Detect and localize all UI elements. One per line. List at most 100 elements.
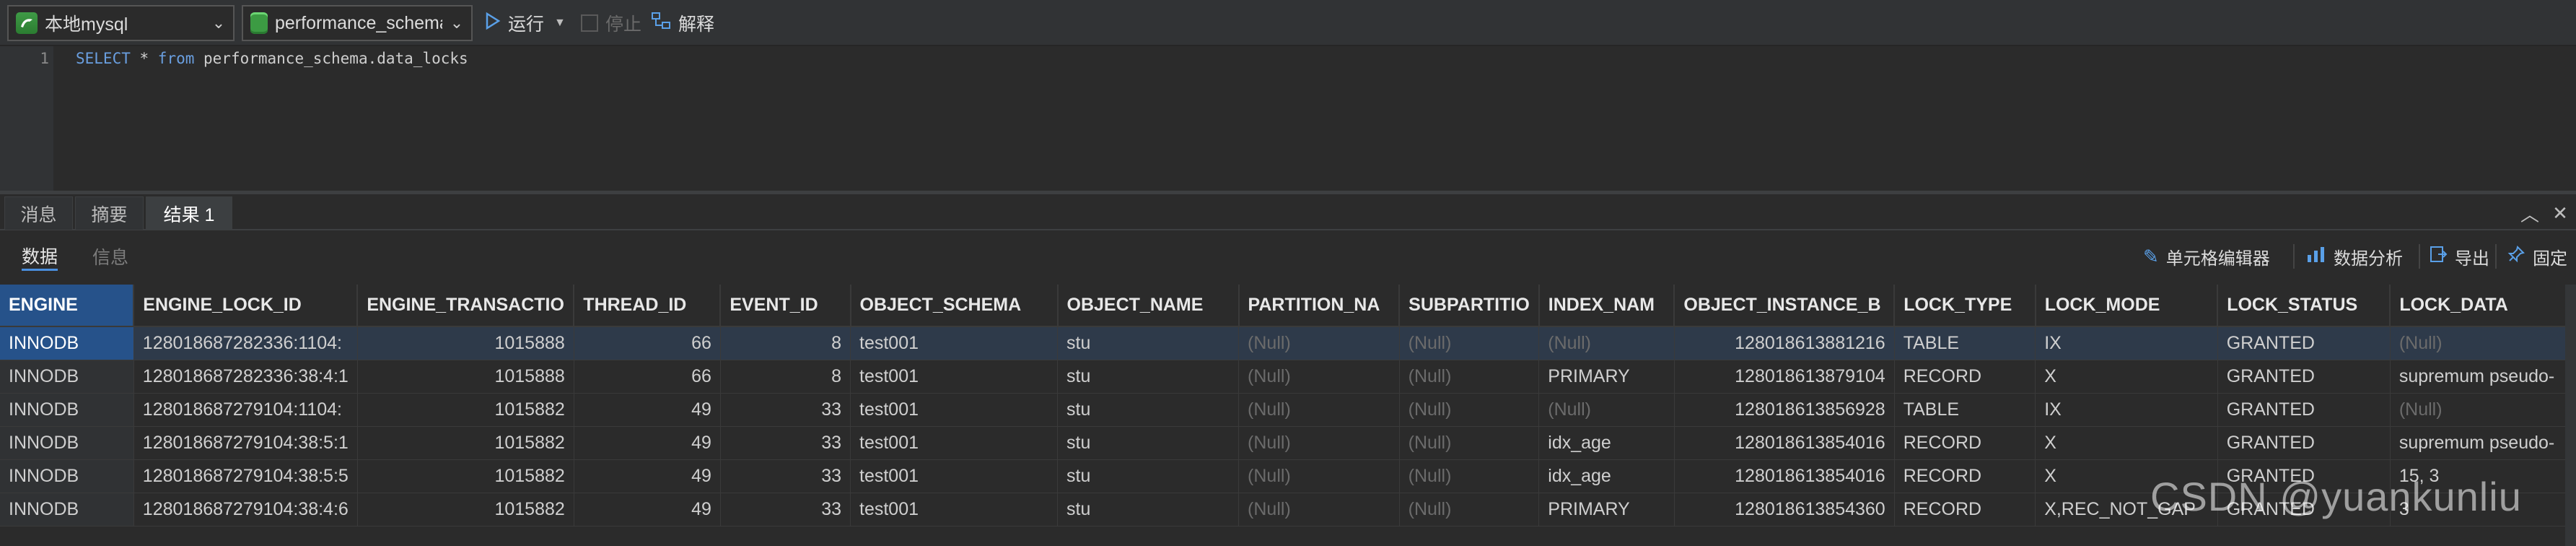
column-header[interactable]: LOCK_STATUS	[2217, 285, 2391, 327]
column-header[interactable]: OBJECT_INSTANCE_B	[1674, 285, 1896, 327]
table-cell[interactable]: test001	[850, 393, 1059, 427]
table-cell[interactable]: 33	[720, 459, 851, 493]
table-cell[interactable]: (Null)	[1399, 393, 1540, 427]
close-icon[interactable]: ✕	[2547, 199, 2573, 228]
table-cell[interactable]: (Null)	[1399, 360, 1540, 394]
table-cell[interactable]: INNODB	[0, 393, 134, 427]
table-cell[interactable]: test001	[850, 493, 1059, 526]
tab-messages[interactable]: 消息	[4, 196, 73, 230]
table-row[interactable]: INNODB 128018687282336:38:4:1 1015888 66 8 te…	[0, 360, 2576, 394]
table-cell[interactable]: TABLE	[1894, 326, 2036, 360]
table-cell[interactable]: (Null)	[1238, 326, 1400, 360]
table-cell[interactable]: GRANTED	[2217, 426, 2391, 460]
table-cell[interactable]: 1015882	[357, 393, 574, 427]
table-cell[interactable]: test001	[850, 459, 1059, 493]
table-cell[interactable]: stu	[1057, 326, 1240, 360]
table-cell[interactable]: 33	[720, 426, 851, 460]
table-cell[interactable]: 49	[574, 493, 721, 526]
table-row[interactable]: INNODB 128018687279104:1104: 1015882 49 33 te…	[0, 393, 2576, 427]
table-cell[interactable]: 128018613854016	[1674, 426, 1895, 460]
table-cell[interactable]: RECORD	[1894, 493, 2036, 526]
table-cell[interactable]: test001	[850, 426, 1059, 460]
table-cell[interactable]: RECORD	[1894, 426, 2036, 460]
table-cell[interactable]: idx_age	[1538, 459, 1675, 493]
table-cell[interactable]: 128018687282336:38:4:1	[133, 360, 358, 394]
table-cell[interactable]: 128018687279104:38:5:5	[133, 459, 358, 493]
column-header[interactable]: OBJECT_SCHEMA	[850, 285, 1059, 327]
table-cell[interactable]: (Null)	[1538, 326, 1675, 360]
column-header[interactable]: ENGINE	[0, 285, 135, 327]
table-cell[interactable]: 128018613854016	[1674, 459, 1895, 493]
tab-summary[interactable]: 摘要	[75, 196, 144, 230]
table-cell[interactable]: stu	[1057, 360, 1240, 394]
table-cell[interactable]: 1015882	[357, 459, 574, 493]
cell-editor-button[interactable]: ✎ 单元格编辑器	[2143, 242, 2270, 271]
table-cell[interactable]: stu	[1057, 493, 1240, 526]
table-cell[interactable]: 128018613879104	[1674, 360, 1895, 394]
table-cell[interactable]: GRANTED	[2217, 326, 2391, 360]
table-cell[interactable]: 128018687279104:1104:	[133, 393, 358, 427]
tab-result-1[interactable]: 结果 1	[146, 196, 232, 230]
table-cell[interactable]: 8	[720, 360, 851, 394]
table-cell[interactable]: 66	[574, 360, 721, 394]
table-cell[interactable]: 128018687282336:1104:	[133, 326, 358, 360]
table-cell[interactable]: X	[2035, 426, 2218, 460]
table-cell[interactable]: 1015882	[357, 426, 574, 460]
table-cell[interactable]: (Null)	[1238, 360, 1400, 394]
table-cell[interactable]: INNODB	[0, 326, 134, 360]
table-cell[interactable]: INNODB	[0, 493, 134, 526]
table-cell[interactable]: 49	[574, 393, 721, 427]
table-cell[interactable]: PRIMARY	[1538, 360, 1675, 394]
table-cell[interactable]: 33	[720, 393, 851, 427]
data-analysis-button[interactable]: 数据分析	[2306, 242, 2403, 271]
export-button[interactable]: 导出	[2429, 242, 2489, 271]
subtab-data[interactable]: 数据	[22, 242, 58, 271]
subtab-info[interactable]: 信息	[92, 242, 128, 271]
table-cell[interactable]: GRANTED	[2217, 393, 2391, 427]
column-header[interactable]: INDEX_NAM	[1538, 285, 1675, 327]
column-header[interactable]: ENGINE_LOCK_ID	[133, 285, 359, 327]
table-cell[interactable]: IX	[2035, 393, 2218, 427]
table-cell[interactable]: (Null)	[1399, 326, 1540, 360]
column-header[interactable]: PARTITION_NA	[1238, 285, 1401, 327]
table-cell[interactable]: (Null)	[1399, 426, 1540, 460]
table-cell[interactable]: test001	[850, 326, 1059, 360]
column-header[interactable]: THREAD_ID	[574, 285, 722, 327]
column-header[interactable]: OBJECT_NAME	[1057, 285, 1240, 327]
table-cell[interactable]: RECORD	[1894, 360, 2036, 394]
table-cell[interactable]: (Null)	[1538, 393, 1675, 427]
database-select[interactable]: performance_schema ⌄	[242, 5, 473, 41]
table-cell[interactable]: (Null)	[1238, 393, 1400, 427]
table-cell[interactable]: supremum pseudo-	[2390, 360, 2576, 394]
table-cell[interactable]: 33	[720, 493, 851, 526]
table-cell[interactable]: X	[2035, 360, 2218, 394]
table-row[interactable]: INNODB 128018687282336:1104: 1015888 66 8 tes…	[0, 326, 2576, 360]
chevron-up-icon[interactable]: ︿	[2517, 199, 2543, 228]
table-cell[interactable]: INNODB	[0, 426, 134, 460]
sql-code-line[interactable]: SELECT * from performance_schema.data_lo…	[76, 48, 468, 69]
table-cell[interactable]: (Null)	[1238, 493, 1400, 526]
table-cell[interactable]: IX	[2035, 326, 2218, 360]
table-cell[interactable]: (Null)	[2390, 326, 2576, 360]
stop-button[interactable]: 停止	[581, 5, 660, 41]
explain-button[interactable]: 解释	[651, 5, 737, 41]
table-cell[interactable]: RECORD	[1894, 459, 2036, 493]
column-header[interactable]: ENGINE_TRANSACTIO	[357, 285, 575, 327]
table-cell[interactable]: test001	[850, 360, 1059, 394]
table-cell[interactable]: 66	[574, 326, 721, 360]
table-cell[interactable]: INNODB	[0, 459, 134, 493]
table-row[interactable]: INNODB 128018687279104:38:5:1 1015882 49 33 t…	[0, 426, 2576, 460]
table-cell[interactable]: (Null)	[1238, 459, 1400, 493]
table-cell[interactable]: 128018613854360	[1674, 493, 1895, 526]
table-cell[interactable]: stu	[1057, 393, 1240, 427]
table-cell[interactable]: 128018687279104:38:4:6	[133, 493, 358, 526]
table-cell[interactable]: supremum pseudo-	[2390, 426, 2576, 460]
table-cell[interactable]: stu	[1057, 459, 1240, 493]
table-cell[interactable]: GRANTED	[2217, 360, 2391, 394]
table-cell[interactable]: (Null)	[1399, 493, 1540, 526]
table-cell[interactable]: PRIMARY	[1538, 493, 1675, 526]
table-cell[interactable]: 1015888	[357, 326, 574, 360]
table-cell[interactable]: 1015888	[357, 360, 574, 394]
table-cell[interactable]: 49	[574, 459, 721, 493]
table-cell[interactable]: (Null)	[2390, 393, 2576, 427]
